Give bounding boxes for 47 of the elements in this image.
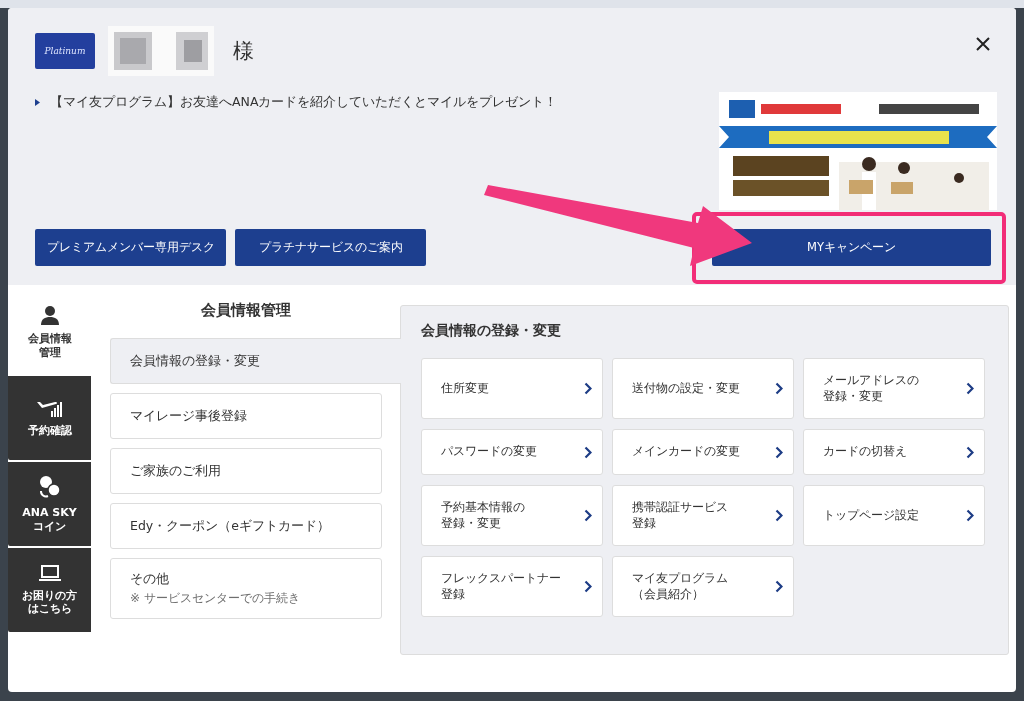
chevron-right-icon <box>584 509 592 522</box>
chevron-right-icon <box>966 445 974 459</box>
tab-label: お困りの方 はこちら <box>22 588 77 616</box>
tab-label: 会員情報 管理 <box>27 332 72 359</box>
tab-label: ANA SKY コイン <box>22 506 77 533</box>
link-tile[interactable]: 送付物の設定・変更 <box>612 358 794 419</box>
nav-button[interactable]: プラチナサービスのご案内 <box>235 229 426 266</box>
menu-title: 会員情報管理 <box>200 301 292 320</box>
laptop-icon <box>38 564 61 582</box>
side-tab[interactable]: お困りの方 はこちら <box>8 548 91 632</box>
chevron-right-icon <box>775 509 783 522</box>
link-tile[interactable]: パスワードの変更 <box>421 429 603 475</box>
nav-button[interactable]: プレミアムメンバー専用デスク <box>35 229 226 266</box>
side-tab[interactable]: ANA SKY コイン <box>8 462 91 546</box>
coins-icon <box>37 475 62 500</box>
chevron-right-icon <box>775 382 783 395</box>
honorific: 様 <box>233 38 254 65</box>
menu-item[interactable]: 会員情報の登録・変更 <box>110 338 401 384</box>
menu-item[interactable]: その他 ※ サービスセンターでの手続き <box>110 558 382 619</box>
tab-label: 予約確認 <box>27 423 72 438</box>
link-tile[interactable]: フレックスパートナー 登録 <box>421 556 603 617</box>
link-tile[interactable]: 予約基本情報の 登録・変更 <box>421 485 603 546</box>
link-tile[interactable]: メールアドレスの 登録・変更 <box>803 358 985 419</box>
menu-item[interactable]: ご家族のご利用 <box>110 448 382 494</box>
card-logo: Platinum <box>35 33 95 69</box>
link-tile[interactable]: カードの切替え <box>803 429 985 475</box>
link-tile[interactable]: 住所変更 <box>421 358 603 419</box>
chevron-right-icon <box>775 445 783 459</box>
chevron-right-icon <box>584 445 592 459</box>
chevron-right-icon <box>584 580 592 593</box>
link-tile[interactable]: トップページ設定 <box>803 485 985 546</box>
close-icon[interactable] <box>976 37 990 51</box>
menu-item[interactable]: マイレージ事後登録 <box>110 393 382 439</box>
link-tile[interactable]: 携帯認証サービス 登録 <box>612 485 794 546</box>
chevron-right-icon <box>966 509 974 522</box>
side-tab[interactable]: 予約確認 <box>8 376 91 460</box>
link-tile[interactable]: メインカードの変更 <box>612 429 794 475</box>
menu-item[interactable]: Edy・クーポン（eギフトカード） <box>110 503 382 549</box>
link-tile[interactable]: マイ友プログラム （会員紹介） <box>612 556 794 617</box>
chevron-right-icon <box>775 580 783 593</box>
panel-title: 会員情報の登録・変更 <box>421 322 562 340</box>
campaign-button[interactable]: MYキャンペーン <box>712 229 991 266</box>
notice-link[interactable]: 【マイ友プログラム】お友達へANAカードを紹介していただくとマイルをプレゼント！ <box>50 94 558 111</box>
chevron-right-icon <box>584 382 592 395</box>
person-icon <box>39 305 60 326</box>
chevron-right-icon <box>966 382 974 395</box>
triangle-bullet-icon <box>35 99 40 106</box>
